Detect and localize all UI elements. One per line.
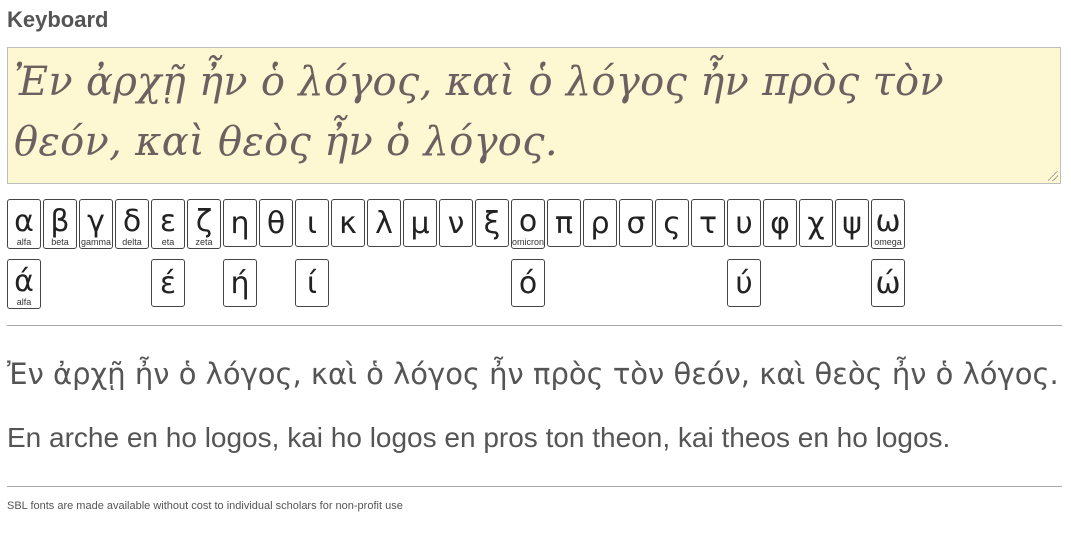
greek-text-editor[interactable]: Ἐν ἀρχῇ ἦν ὁ λόγος, καὶ ὁ λόγος ἦν πρὸς … <box>7 47 1061 184</box>
key-char: υ <box>735 206 753 241</box>
key-η[interactable]: η <box>223 199 257 247</box>
key-υ[interactable]: υ <box>727 199 761 247</box>
key-ώ[interactable]: ώ <box>871 259 905 307</box>
key-έ[interactable]: έ <box>151 259 185 307</box>
key-ι[interactable]: ι <box>295 199 329 247</box>
key-char: π <box>554 206 574 241</box>
key-name-label: gamma <box>80 237 111 247</box>
key-ν[interactable]: ν <box>439 199 473 247</box>
key-char: β <box>50 204 70 239</box>
key-char: έ <box>159 266 177 301</box>
key-ς[interactable]: ς <box>655 199 689 247</box>
key-δ[interactable]: δ delta <box>115 199 149 249</box>
key-char: ώ <box>875 266 901 301</box>
key-char: λ <box>375 206 393 241</box>
key-ξ[interactable]: ξ <box>475 199 509 247</box>
key-χ[interactable]: χ <box>799 199 833 247</box>
key-ή[interactable]: ή <box>223 259 257 307</box>
key-τ[interactable]: τ <box>691 199 725 247</box>
key-λ[interactable]: λ <box>367 199 401 247</box>
key-ρ[interactable]: ρ <box>583 199 617 247</box>
key-char: ς <box>663 206 681 241</box>
key-char: η <box>230 206 250 241</box>
key-name-label: beta <box>51 237 69 247</box>
key-char: γ <box>87 204 105 239</box>
key-char: κ <box>339 206 357 241</box>
key-π[interactable]: π <box>547 199 581 247</box>
key-char: ύ <box>735 266 753 301</box>
divider-top <box>7 325 1062 326</box>
key-name-label: alfa <box>16 297 32 307</box>
key-char: ο <box>518 204 538 239</box>
key-κ[interactable]: κ <box>331 199 365 247</box>
key-char: δ <box>122 204 142 239</box>
key-name-label: omicron <box>511 237 544 247</box>
key-β[interactable]: β beta <box>43 199 77 249</box>
key-char: ί <box>306 266 318 301</box>
key-char: ζ <box>195 204 213 239</box>
key-char: ξ <box>483 206 501 241</box>
key-γ[interactable]: γ gamma <box>79 199 113 249</box>
key-ί[interactable]: ί <box>295 259 329 307</box>
key-θ[interactable]: θ <box>259 199 293 247</box>
key-name-label: eta <box>161 237 175 247</box>
key-ά[interactable]: ά alfa <box>7 259 41 309</box>
key-char: ε <box>159 204 177 239</box>
key-char: φ <box>770 206 790 241</box>
key-φ[interactable]: φ <box>763 199 797 247</box>
key-char: ω <box>875 204 901 239</box>
key-char: ψ <box>842 206 862 241</box>
transliteration-line: En arche en ho logos, kai ho logos en pr… <box>7 422 951 453</box>
key-ύ[interactable]: ύ <box>727 259 761 307</box>
key-name-label: alfa <box>16 237 32 247</box>
key-name-label: omega <box>874 237 902 247</box>
key-ε[interactable]: ε eta <box>151 199 185 249</box>
key-name-label: zeta <box>195 237 213 247</box>
key-char: ά <box>14 264 34 299</box>
key-char: ό <box>518 266 538 301</box>
key-char: ι <box>306 206 318 241</box>
key-char: α <box>14 204 34 239</box>
key-char: τ <box>698 206 718 241</box>
key-ω[interactable]: ω omega <box>871 199 905 249</box>
key-μ[interactable]: μ <box>403 199 437 247</box>
key-char: χ <box>807 206 825 241</box>
page-heading: Keyboard <box>7 7 109 32</box>
resize-grip-icon[interactable] <box>1048 171 1058 181</box>
font-credit-note: SBL fonts are made available without cos… <box>7 500 403 512</box>
key-ό[interactable]: ό <box>511 259 545 307</box>
key-char: ρ <box>590 206 610 241</box>
key-char: θ <box>266 206 286 241</box>
key-name-label: delta <box>122 237 142 247</box>
key-char: ή <box>230 266 250 301</box>
key-ψ[interactable]: ψ <box>835 199 869 247</box>
key-char: σ <box>626 206 646 241</box>
key-σ[interactable]: σ <box>619 199 653 247</box>
divider-bottom <box>7 486 1062 487</box>
editor-text: Ἐν ἀρχῇ ἦν ὁ λόγος, καὶ ὁ λόγος ἦν πρὸς … <box>14 59 945 165</box>
key-char: ν <box>447 206 465 241</box>
key-char: μ <box>410 206 430 241</box>
key-ζ[interactable]: ζ zeta <box>187 199 221 249</box>
greek-output-line: Ἐν ἀρχῇ ἦν ὁ λόγος, καὶ ὁ λόγος ἦν πρὸς … <box>7 357 1059 391</box>
key-α[interactable]: α alfa <box>7 199 41 249</box>
key-ο[interactable]: ο omicron <box>511 199 545 249</box>
